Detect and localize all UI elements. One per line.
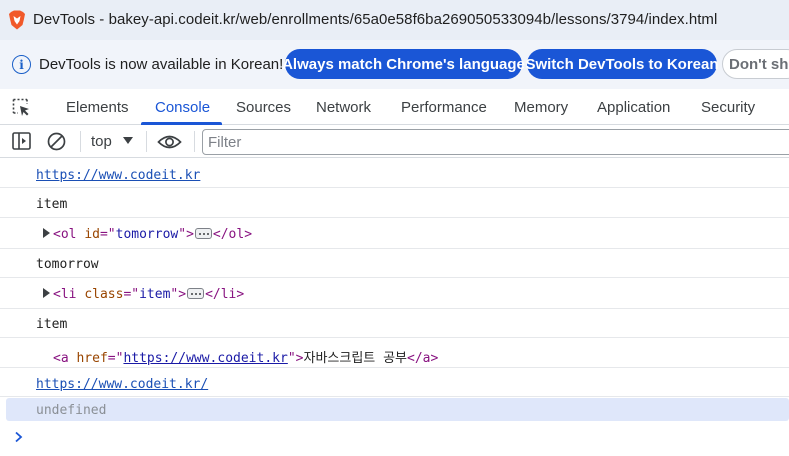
console-filter-input[interactable] (202, 129, 789, 155)
console-message: item (0, 309, 789, 338)
console-link[interactable]: https://www.codeit.kr (36, 168, 200, 183)
switch-to-korean-button[interactable]: Switch DevTools to Korean (525, 49, 719, 79)
tab-sources[interactable]: Sources (236, 99, 291, 116)
window-title: DevTools - bakey-api.codeit.kr/web/enrol… (33, 11, 718, 28)
console-output: https://www.codeit.kr item <ol id="tomor… (0, 158, 789, 456)
tab-security[interactable]: Security (701, 99, 755, 116)
tab-memory[interactable]: Memory (514, 99, 568, 116)
expand-triangle-icon[interactable] (43, 288, 50, 298)
ellipsis-icon[interactable] (187, 288, 205, 299)
console-text: item (36, 197, 68, 212)
execution-context-select[interactable]: top (91, 133, 112, 150)
eye-icon[interactable] (157, 134, 182, 150)
console-message: <a href="https://www.codeit.kr">자바스크립트 공… (0, 338, 789, 368)
console-element-node[interactable]: <a href="https://www.codeit.kr">자바스크립트 공… (53, 347, 438, 366)
console-prompt-chevron-icon[interactable] (14, 431, 24, 443)
inspect-element-icon[interactable] (12, 98, 31, 117)
console-message: https://www.codeit.kr/ (0, 368, 789, 397)
console-message: <li class="item"> </li> (0, 278, 789, 309)
sidebar-toggle-icon[interactable] (12, 132, 32, 151)
console-result-row: undefined (6, 398, 789, 421)
console-message: <ol id="tomorrow"> </ol> (0, 218, 789, 249)
console-message: item (0, 188, 789, 218)
chevron-down-icon[interactable] (123, 137, 133, 144)
toolbar-divider (146, 131, 147, 152)
brave-browser-icon (9, 10, 25, 30)
console-element-node[interactable]: <li class="item"> </li> (53, 287, 244, 302)
console-result: undefined (36, 403, 107, 418)
expand-triangle-icon[interactable] (43, 228, 50, 238)
console-text: tomorrow (36, 257, 99, 272)
infobar-message: DevTools is now available in Korean! (39, 56, 284, 73)
tab-console[interactable]: Console (155, 99, 210, 116)
tab-elements[interactable]: Elements (66, 99, 129, 116)
tab-network[interactable]: Network (316, 99, 371, 116)
console-link[interactable]: https://www.codeit.kr/ (36, 377, 208, 392)
console-text: item (36, 317, 68, 332)
clear-console-icon[interactable] (46, 131, 67, 152)
console-message: tomorrow (0, 249, 789, 278)
tab-application[interactable]: Application (597, 99, 670, 116)
ellipsis-icon[interactable] (194, 228, 212, 239)
info-icon: i (12, 55, 31, 74)
dont-show-again-button[interactable]: Don't show again (722, 49, 789, 79)
console-message: https://www.codeit.kr (0, 158, 789, 188)
toolbar-divider (80, 131, 81, 152)
tab-performance[interactable]: Performance (401, 99, 487, 116)
always-match-language-button[interactable]: Always match Chrome's language (282, 49, 525, 79)
console-element-node[interactable]: <ol id="tomorrow"> </ol> (53, 227, 252, 242)
toolbar-divider (194, 131, 195, 152)
